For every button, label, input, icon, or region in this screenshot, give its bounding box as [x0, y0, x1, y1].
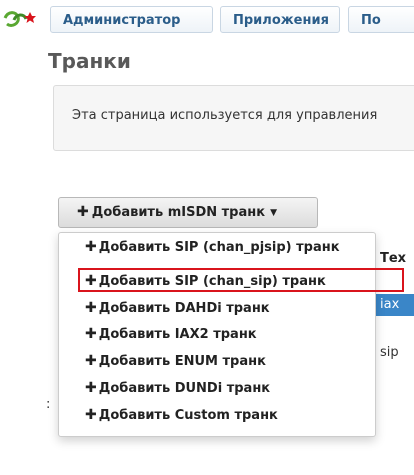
menu-item-label: Добавить ENUM транк	[98, 354, 266, 369]
table-cell-tech: sip	[380, 345, 399, 360]
plus-icon: ✚	[85, 380, 97, 396]
plus-icon: ✚	[85, 353, 97, 369]
menu-item-label: Добавить IAX2 транк	[98, 327, 257, 342]
add-trunk-label: Добавить mISDN транк	[91, 205, 266, 220]
menu-item-add-sip-pjsip[interactable]: ✚ Добавить SIP (chan_pjsip) транк	[85, 236, 340, 258]
table-cell-fragment: :	[46, 397, 51, 412]
app-logo-icon	[2, 8, 38, 32]
menu-item-add-dahdi[interactable]: ✚ Добавить DAHDi транк	[85, 297, 270, 319]
caret-down-icon: ▼	[270, 208, 277, 218]
annotation-highlight-box	[78, 268, 404, 292]
top-navigation: Администратор Приложения По	[0, 0, 414, 40]
nav-more-button[interactable]: По	[348, 6, 414, 33]
plus-icon: ✚	[85, 326, 97, 342]
add-trunk-dropdown-button[interactable]: ✚ Добавить mISDN транк ▼	[58, 197, 318, 228]
menu-item-add-dundi[interactable]: ✚ Добавить DUNDi транк	[85, 377, 270, 399]
plus-icon: ✚	[77, 204, 89, 220]
menu-item-label: Добавить Custom транк	[98, 408, 278, 423]
menu-item-add-custom[interactable]: ✚ Добавить Custom транк	[85, 404, 278, 426]
plus-icon: ✚	[85, 239, 97, 255]
menu-item-label: Добавить DUNDi транк	[98, 381, 271, 396]
add-trunk-dropdown-menu: ✚ Добавить SIP (chan_pjsip) транк ✚ Добави…	[58, 232, 376, 437]
nav-admin-button[interactable]: Администратор	[50, 6, 213, 33]
info-text: Эта страница используется для управления	[72, 108, 378, 123]
plus-icon: ✚	[85, 300, 97, 316]
menu-item-add-enum[interactable]: ✚ Добавить ENUM транк	[85, 350, 266, 372]
menu-item-label: Добавить SIP (chan_pjsip) транк	[98, 240, 340, 255]
nav-applications-button[interactable]: Приложения	[220, 6, 340, 33]
menu-item-add-iax2[interactable]: ✚ Добавить IAX2 транк	[85, 323, 257, 345]
menu-item-label: Добавить DAHDi транк	[98, 301, 270, 316]
page-title: Транки	[48, 49, 131, 73]
table-cell-tech: iax	[380, 297, 400, 312]
info-box: Эта страница используется для управления	[53, 85, 414, 151]
table-column-header-tech: Тех	[380, 251, 407, 266]
trunks-page: Администратор Приложения По Транки Эта с…	[0, 0, 414, 475]
plus-icon: ✚	[85, 407, 97, 423]
